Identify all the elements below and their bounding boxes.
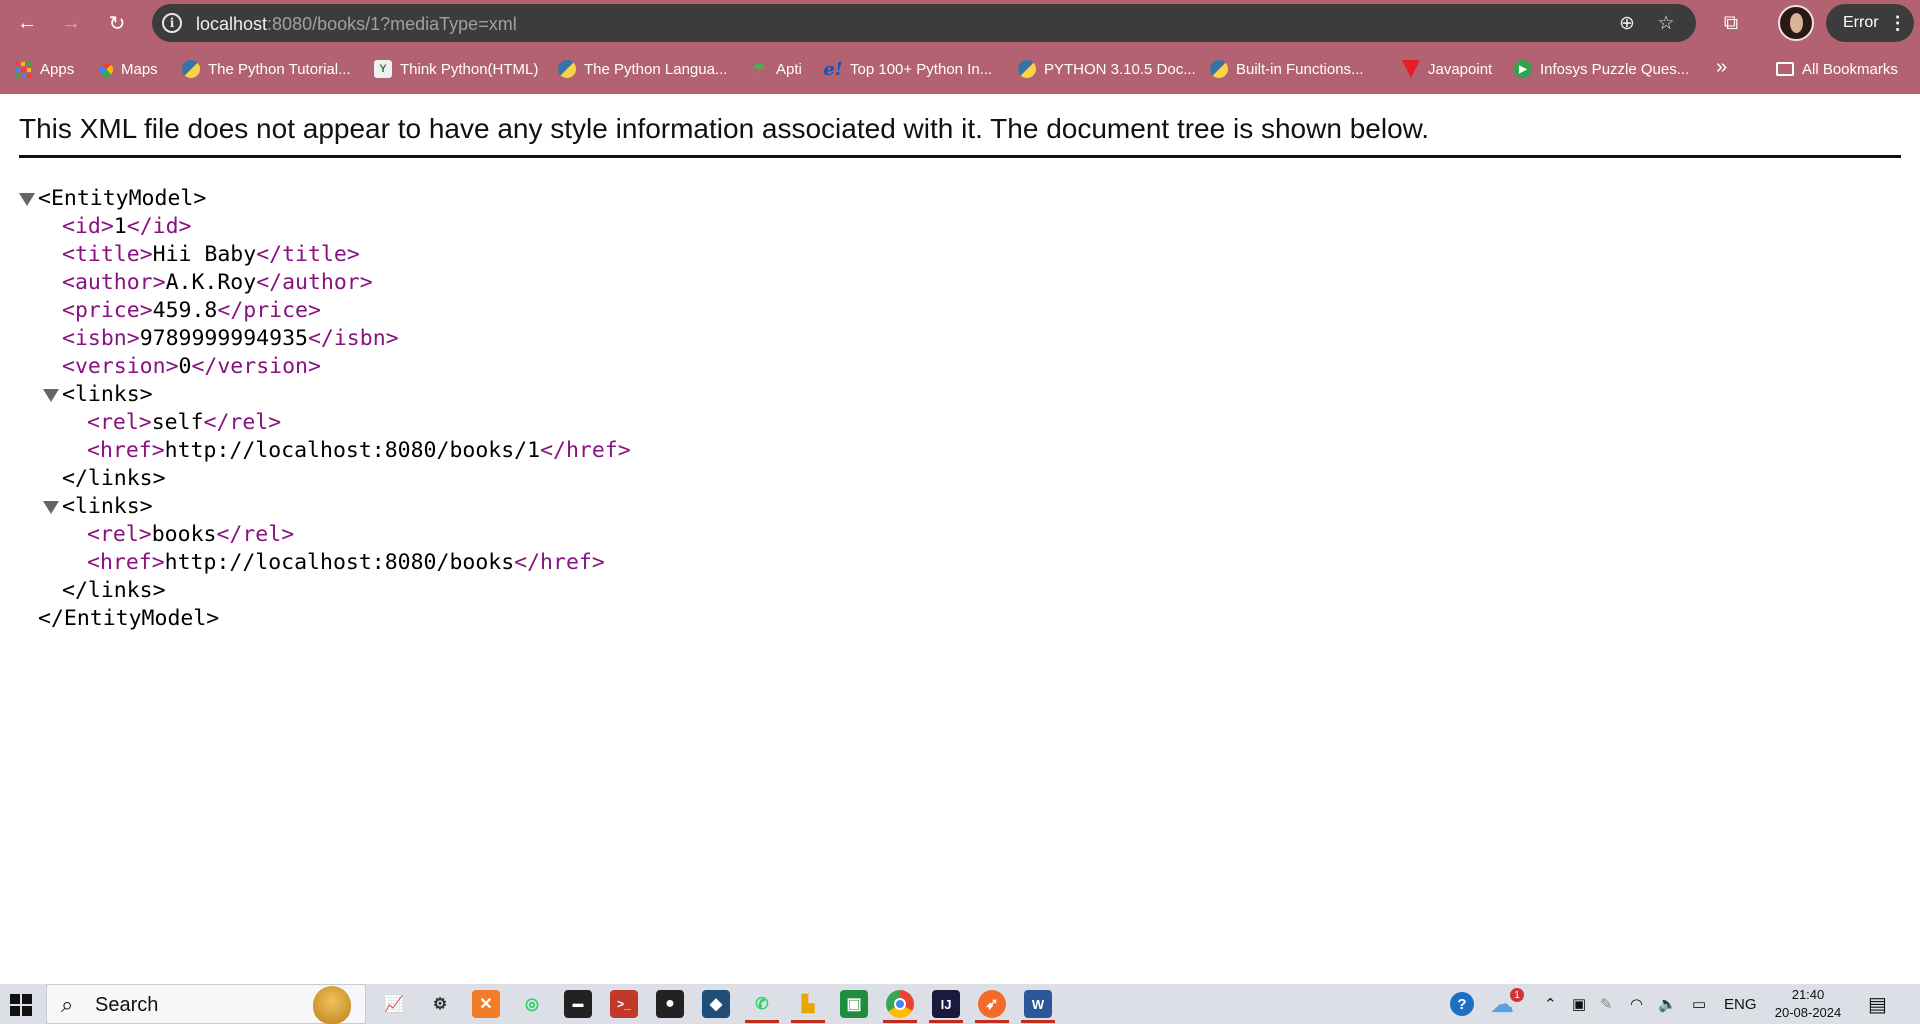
mysql-icon[interactable]: ◆ (702, 990, 730, 1018)
infosys-icon: ▶ (1514, 60, 1532, 78)
apti-icon: ☂ (752, 61, 766, 78)
clock-time: 21:40 (1791, 987, 1825, 1002)
whatsapp-small-icon[interactable]: ◎ (518, 990, 546, 1018)
collapse-triangle-icon[interactable] (19, 193, 35, 206)
intellij-icon[interactable]: IJ (929, 990, 963, 1023)
chevron-up-icon[interactable]: ⌃ (1544, 984, 1557, 1024)
profile-error-label: Error (1843, 14, 1879, 31)
clock-date: 20-08-2024 (1774, 1005, 1842, 1020)
maps-icon (97, 59, 116, 79)
bookmark-builtin-functions[interactable]: Built-in Functions... (1210, 58, 1364, 80)
bookmark-infosys-puzzle[interactable]: ▶ Infosys Puzzle Ques... (1514, 58, 1689, 80)
all-bookmarks-button[interactable]: All Bookmarks (1776, 58, 1898, 80)
stocks-app-icon[interactable]: 📈 (380, 990, 408, 1018)
zoom-icon[interactable]: ⊕ (1616, 12, 1638, 34)
security-tray-icon[interactable]: ▣ (1572, 984, 1586, 1024)
battery-icon[interactable]: ▭ (1692, 984, 1706, 1024)
python-icon (558, 60, 576, 78)
github-icon[interactable]: ● (656, 990, 684, 1018)
profile-avatar[interactable] (1778, 5, 1814, 41)
language-indicator[interactable]: ENG (1724, 984, 1757, 1024)
menu-kebab-icon: ⋮ (1888, 12, 1907, 33)
address-bar[interactable]: i localhost:8080/books/1?mediaType=xml ⊕… (152, 4, 1696, 42)
bookmark-star-icon[interactable]: ☆ (1655, 12, 1677, 34)
xml-link-href: <href>http://localhost:8080/books/1</hre… (87, 438, 631, 463)
bookmarks-overflow-button[interactable]: » (1716, 56, 1727, 79)
site-info-icon[interactable]: i (162, 13, 182, 33)
browser-chrome: ← → ↻ i localhost:8080/books/1?mediaType… (0, 0, 1920, 94)
search-icon: ⌕ (61, 992, 74, 1017)
extensions-icon[interactable]: ⧉ (1716, 8, 1746, 38)
bookmark-think-python[interactable]: Y Think Python(HTML) (374, 58, 538, 80)
whatsapp-icon[interactable]: ✆ (745, 990, 779, 1023)
browser-toolbar: ← → ↻ i localhost:8080/books/1?mediaType… (0, 0, 1920, 46)
start-button[interactable] (10, 994, 32, 1016)
xml-links-open: <links> (62, 494, 153, 519)
xml-field-version: <version>0</version> (62, 354, 321, 379)
xml-root-open: <EntityModel> (38, 186, 207, 211)
bookmark-python-docs[interactable]: PYTHON 3.10.5 Doc... (1018, 58, 1196, 80)
xml-field-author: <author>A.K.Roy</author> (62, 270, 373, 295)
settings-gear-icon[interactable]: ⚙ (426, 990, 454, 1018)
notifications-icon[interactable]: ▤ (1868, 984, 1887, 1024)
javatpoint-icon (1402, 60, 1420, 78)
volume-icon[interactable]: 🔈 (1658, 984, 1677, 1024)
xml-field-title: <title>Hii Baby</title> (62, 242, 360, 267)
apps-grid-icon (14, 60, 32, 78)
back-button[interactable]: ← (12, 8, 42, 38)
xml-notice-heading: This XML file does not appear to have an… (19, 113, 1430, 144)
pen-tray-icon[interactable]: ✎ (1600, 984, 1613, 1024)
xml-field-id: <id>1</id> (62, 214, 192, 239)
bookmark-python-language[interactable]: The Python Langua... (558, 58, 727, 80)
bookmark-top-python[interactable]: e! Top 100+ Python In... (823, 58, 992, 80)
powershell-icon[interactable]: >_ (610, 990, 638, 1018)
word-icon[interactable]: W (1021, 990, 1055, 1023)
xml-field-isbn: <isbn>9789999994935</isbn> (62, 326, 399, 351)
folder-icon (1776, 62, 1794, 76)
forward-button[interactable]: → (56, 8, 86, 38)
weather-badge: 1 (1510, 988, 1524, 1002)
think-python-icon: Y (374, 60, 392, 78)
xml-links-open: <links> (62, 382, 153, 407)
python-icon (182, 60, 200, 78)
search-highlight-icon (313, 986, 351, 1024)
xampp-icon[interactable]: ✕ (472, 990, 500, 1018)
bookmark-python-tutorial[interactable]: The Python Tutorial... (182, 58, 351, 80)
bookmark-apps[interactable]: Apps (14, 58, 74, 80)
classroom-icon[interactable]: ▣ (840, 990, 868, 1018)
bookmarks-bar: Apps Maps The Python Tutorial... Y Think… (0, 52, 1920, 86)
weather-icon[interactable]: ☁ 1 (1490, 984, 1524, 1024)
file-explorer-icon[interactable]: ▙ (791, 990, 825, 1023)
windows-taskbar: ⌕ Search 📈 ⚙ ✕ ◎ ▬ >_ ● ◆ ✆ ▙ ▣ IJ ➶ W ?… (0, 984, 1920, 1024)
terminal-icon[interactable]: ▬ (564, 990, 592, 1018)
profile-error-button[interactable]: Error ⋮ (1826, 4, 1914, 42)
heading-divider (19, 155, 1901, 158)
help-tray-icon[interactable]: ? (1450, 984, 1474, 1024)
wifi-icon[interactable]: ◠ (1630, 984, 1643, 1024)
bookmark-apti[interactable]: ☂ Apti (750, 58, 802, 80)
xml-links-close: </links> (62, 578, 166, 603)
postman-icon[interactable]: ➶ (975, 990, 1009, 1023)
xml-link-rel: <rel>self</rel> (87, 410, 282, 435)
edureka-icon: e! (823, 58, 843, 80)
chrome-icon[interactable] (883, 990, 917, 1023)
xml-root-close: </EntityModel> (38, 606, 220, 631)
system-clock[interactable]: 21:40 20-08-2024 (1768, 986, 1848, 1022)
bookmark-maps[interactable]: Maps (97, 58, 158, 80)
xml-link-rel: <rel>books</rel> (87, 522, 295, 547)
reload-button[interactable]: ↻ (102, 8, 132, 38)
python-icon (1018, 60, 1036, 78)
collapse-triangle-icon[interactable] (43, 501, 59, 514)
xml-link-href: <href>http://localhost:8080/books</href> (87, 550, 605, 575)
python-icon (1210, 60, 1228, 78)
collapse-triangle-icon[interactable] (43, 389, 59, 402)
taskbar-search[interactable]: ⌕ Search (46, 984, 366, 1024)
address-url[interactable]: localhost:8080/books/1?mediaType=xml (196, 14, 517, 35)
xml-field-price: <price>459.8</price> (62, 298, 321, 323)
bookmark-javapoint[interactable]: Javapoint (1402, 58, 1492, 80)
xml-links-close: </links> (62, 466, 166, 491)
